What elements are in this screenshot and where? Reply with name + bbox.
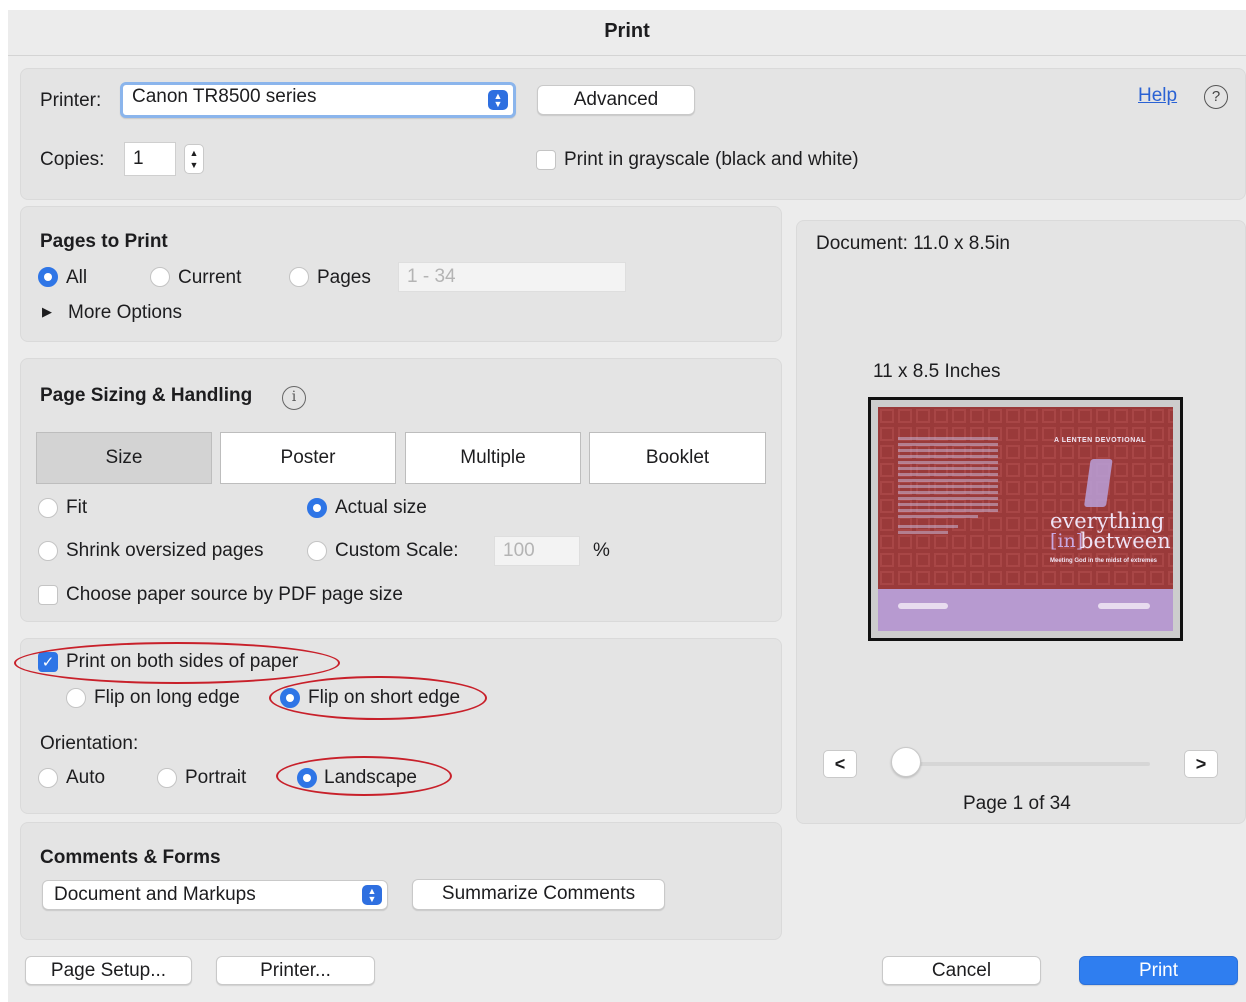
actual-size-radio[interactable] xyxy=(307,498,327,518)
custom-scale-radio[interactable] xyxy=(307,541,327,561)
previous-page-button[interactable]: < xyxy=(823,750,857,778)
printer-select[interactable]: Canon TR8500 series ▲ ▼ xyxy=(120,82,516,118)
orientation-auto-radio[interactable] xyxy=(38,768,58,788)
actual-size-label: Actual size xyxy=(335,497,427,518)
publisher-logo-icon xyxy=(898,603,948,609)
flip-long-edge-label: Flip on long edge xyxy=(94,687,240,708)
copies-stepper[interactable]: ▲ ▼ xyxy=(184,144,204,174)
page-slider-thumb[interactable] xyxy=(891,747,921,777)
pages-heading: Pages to Print xyxy=(40,231,168,252)
pages-current-label: Current xyxy=(178,267,242,288)
grayscale-label: Print in grayscale (black and white) xyxy=(564,149,859,170)
tab-poster[interactable]: Poster xyxy=(220,432,396,484)
tab-booklet[interactable]: Booklet xyxy=(589,432,766,484)
page-slider-track[interactable] xyxy=(894,762,1150,766)
orientation-label: Orientation: xyxy=(40,733,139,754)
both-sides-label: Print on both sides of paper xyxy=(66,651,299,672)
pages-range-field[interactable]: 1 - 34 xyxy=(398,262,626,292)
grayscale-checkbox[interactable] xyxy=(536,150,556,170)
page-sizing-heading: Page Sizing & Handling xyxy=(40,385,253,406)
cover-title-line1: everything xyxy=(1050,509,1165,533)
pages-current-radio[interactable] xyxy=(150,267,170,287)
tab-multiple[interactable]: Multiple xyxy=(405,432,581,484)
orientation-landscape-radio[interactable] xyxy=(297,768,317,788)
publisher-logo-icon xyxy=(1098,603,1150,609)
summarize-comments-button[interactable]: Summarize Comments xyxy=(412,879,665,910)
pages-range-radio[interactable] xyxy=(289,267,309,287)
custom-scale-label: Custom Scale: xyxy=(335,540,459,561)
disclosure-triangle-icon[interactable]: ▶ xyxy=(42,304,52,320)
comments-select-value: Document and Markups xyxy=(54,884,256,905)
info-icon[interactable]: i xyxy=(282,386,306,410)
flip-short-edge-radio[interactable] xyxy=(280,688,300,708)
both-sides-checkbox[interactable]: ✓ xyxy=(38,652,58,672)
orientation-auto-label: Auto xyxy=(66,767,106,788)
comments-select[interactable]: Document and Markups ▲ ▼ xyxy=(42,880,388,910)
pages-all-label: All xyxy=(66,267,88,288)
printer-select-value: Canon TR8500 series xyxy=(132,86,317,107)
print-button[interactable]: Print xyxy=(1079,956,1238,985)
paper-source-checkbox[interactable] xyxy=(38,585,58,605)
orientation-landscape-label: Landscape xyxy=(324,767,417,788)
fit-radio[interactable] xyxy=(38,498,58,518)
pages-all-radio[interactable] xyxy=(38,267,58,287)
shrink-label: Shrink oversized pages xyxy=(66,540,264,561)
advanced-button[interactable]: Advanced xyxy=(537,85,695,115)
help-question-icon[interactable]: ? xyxy=(1204,85,1228,109)
pages-range-label: Pages xyxy=(317,267,371,288)
print-dialog: Print Printer: Canon TR8500 series ▲ ▼ Ad… xyxy=(8,10,1246,1002)
printer-button[interactable]: Printer... xyxy=(216,956,375,985)
cover-subtitle: Meeting God in the midst of extremes xyxy=(1050,558,1158,564)
dialog-title: Print xyxy=(8,10,1246,56)
flip-short-edge-label: Flip on short edge xyxy=(308,687,461,708)
cover-kicker: A LENTEN DEVOTIONAL xyxy=(1054,437,1147,444)
orientation-portrait-radio[interactable] xyxy=(157,768,177,788)
page-preview: A LENTEN DEVOTIONAL everything [in] betw… xyxy=(868,397,1183,641)
page-setup-button[interactable]: Page Setup... xyxy=(25,956,192,985)
up-down-arrows-icon: ▲ ▼ xyxy=(488,90,508,110)
document-size-label: Document: 11.0 x 8.5in xyxy=(816,233,1010,254)
more-options-label[interactable]: More Options xyxy=(68,302,182,324)
next-page-button[interactable]: > xyxy=(1184,750,1218,778)
cover-title-line2: between xyxy=(1080,529,1171,553)
flip-long-edge-radio[interactable] xyxy=(66,688,86,708)
shrink-radio[interactable] xyxy=(38,541,58,561)
cover-thumbnail: A LENTEN DEVOTIONAL everything [in] betw… xyxy=(878,407,1173,631)
custom-scale-field[interactable]: 100 xyxy=(494,536,580,566)
cover-footer-band xyxy=(878,589,1173,631)
up-down-arrows-icon: ▲ ▼ xyxy=(362,885,382,905)
orientation-portrait-label: Portrait xyxy=(185,767,247,788)
paper-source-label: Choose paper source by PDF page size xyxy=(66,584,403,605)
cancel-button[interactable]: Cancel xyxy=(882,956,1041,985)
page-indicator: Page 1 of 34 xyxy=(963,793,1071,814)
paper-size-label: 11 x 8.5 Inches xyxy=(873,361,1001,382)
printer-label: Printer: xyxy=(40,90,102,111)
copies-label: Copies: xyxy=(40,149,105,170)
cover-title-in: [in] xyxy=(1050,530,1084,552)
copies-field[interactable]: 1 xyxy=(124,142,176,176)
percent-label: % xyxy=(593,540,610,561)
help-link[interactable]: Help xyxy=(1138,85,1177,107)
tab-size[interactable]: Size xyxy=(36,432,212,484)
fit-label: Fit xyxy=(66,497,88,518)
comments-heading: Comments & Forms xyxy=(40,847,221,868)
